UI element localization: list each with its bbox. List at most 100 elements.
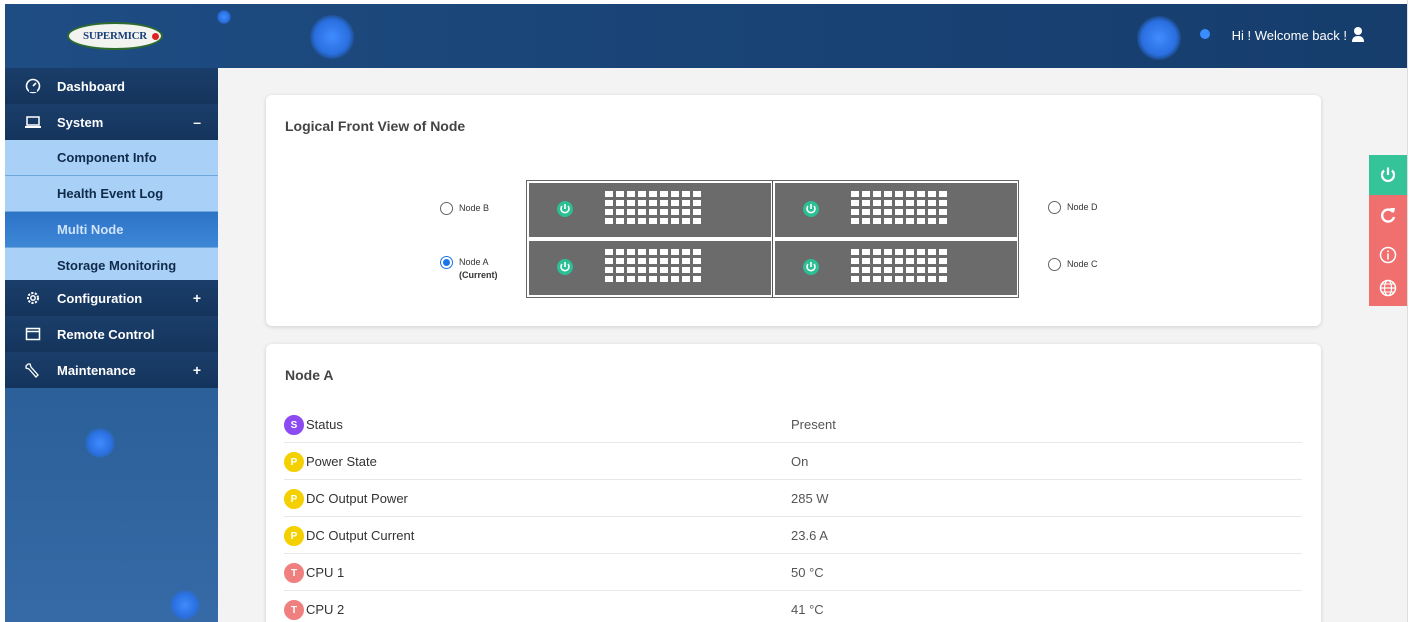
front-view-card: Logical Front View of Node Node B Node A… (266, 95, 1321, 326)
vent-grid (605, 191, 705, 229)
decor-bubble (170, 590, 200, 620)
property-value: 50 °C (791, 565, 824, 580)
property-label: DC Output Power (306, 491, 408, 506)
sidebar-item-maintenance[interactable]: Maintenance + (5, 352, 218, 388)
property-value: On (791, 454, 809, 469)
vent-grid (851, 249, 951, 287)
sidebar-item-label: System (57, 114, 104, 130)
sidebar-item-component-info[interactable]: Component Info (5, 140, 218, 176)
status-badge: T (284, 600, 304, 620)
info-icon (1379, 246, 1397, 264)
sidebar-item-label: Dashboard (57, 78, 125, 94)
decor-bubble (85, 428, 115, 458)
info-button[interactable] (1369, 235, 1407, 275)
property-row: P DC Output Power 285 W (284, 480, 1302, 517)
property-row: P Power State On (284, 443, 1302, 480)
radio-label: Node D (1067, 202, 1098, 212)
vent-grid (851, 191, 951, 229)
node-d-radio[interactable]: Node D (1048, 201, 1098, 214)
status-dot (1200, 29, 1210, 39)
property-label: Power State (306, 454, 377, 469)
node-a-radio[interactable]: Node A (Current) (440, 256, 498, 282)
sidebar-item-system[interactable]: System – (5, 104, 218, 140)
node-a-label: Node A (459, 257, 489, 267)
decor-bubble (217, 10, 231, 24)
property-label: Status (306, 417, 343, 432)
decor-bubble (1137, 16, 1181, 60)
globe-icon (1379, 279, 1397, 297)
node-b-radio[interactable]: Node B (440, 202, 489, 215)
sidebar-item-dashboard[interactable]: Dashboard (5, 68, 218, 104)
status-badge: T (284, 563, 304, 583)
property-label: CPU 2 (306, 602, 345, 617)
property-row: P DC Output Current 23.6 A (284, 517, 1302, 554)
node-power-icon[interactable] (557, 259, 573, 275)
node-a-slot[interactable] (529, 241, 771, 295)
card-title: Logical Front View of Node (285, 118, 466, 134)
node-detail-card: Node A S Status Present P Power State On P DC O… (266, 344, 1321, 622)
right-edge (1407, 0, 1413, 622)
property-value: 285 W (791, 491, 829, 506)
node-power-icon[interactable] (557, 201, 573, 217)
sidebar-item-label: Health Event Log (57, 186, 164, 201)
node-c-radio[interactable]: Node C (1048, 258, 1098, 271)
expand-icon[interactable]: + (193, 290, 201, 306)
radio-circle[interactable] (440, 256, 453, 269)
node-c-slot[interactable] (775, 241, 1017, 295)
radio-label: Node B (459, 203, 490, 213)
property-value: 23.6 A (791, 528, 828, 543)
status-badge: P (284, 526, 304, 546)
property-value: Present (791, 417, 836, 432)
property-label: CPU 1 (306, 565, 345, 580)
dashboard-gauge-icon (25, 78, 41, 94)
radio-circle[interactable] (1048, 258, 1061, 271)
gear-icon (27, 292, 39, 304)
user-icon[interactable] (1351, 26, 1365, 42)
radio-circle[interactable] (1048, 201, 1061, 214)
status-badge: P (284, 452, 304, 472)
property-label: DC Output Current (306, 528, 415, 543)
collapse-icon[interactable]: – (193, 114, 201, 130)
logo-dot (152, 33, 159, 40)
refresh-button[interactable] (1369, 195, 1407, 235)
property-row: T CPU 1 50 °C (284, 554, 1302, 591)
main-content: Logical Front View of Node Node B Node A… (218, 68, 1407, 622)
sidebar-item-label: Remote Control (57, 326, 155, 342)
expand-icon[interactable]: + (193, 362, 201, 378)
status-badge: P (284, 489, 304, 509)
sidebar-item-multi-node[interactable]: Multi Node (5, 212, 218, 248)
status-badge: S (284, 415, 304, 435)
node-b-slot[interactable] (529, 183, 771, 237)
sidebar-item-storage-monitoring[interactable]: Storage Monitoring (5, 248, 218, 284)
header-top-line (0, 0, 1413, 4)
node-d-slot[interactable] (775, 183, 1017, 237)
chassis-front-view (526, 180, 1019, 298)
wrench-icon (25, 363, 39, 378)
supermicro-logo[interactable]: SUPERMICR (67, 22, 163, 50)
power-icon (1380, 167, 1396, 182)
node-power-icon[interactable] (803, 259, 819, 275)
refresh-icon (1381, 208, 1396, 223)
sidebar-item-label: Storage Monitoring (57, 258, 177, 273)
radio-label: Node C (1067, 259, 1098, 269)
sidebar-item-health-event-log[interactable]: Health Event Log (5, 176, 218, 212)
sidebar-item-label: Multi Node (57, 222, 124, 237)
node-power-icon[interactable] (803, 201, 819, 217)
language-button[interactable] (1369, 270, 1407, 306)
power-button[interactable] (1369, 155, 1407, 195)
sidebar-item-label: Component Info (57, 150, 157, 165)
radio-circle[interactable] (440, 202, 453, 215)
top-header: SUPERMICR Hi ! Welcome back ! (5, 0, 1407, 68)
sidebar-item-remote-control[interactable]: Remote Control (5, 316, 218, 352)
sidebar-item-configuration[interactable]: Configuration + (5, 280, 218, 316)
vent-grid (605, 249, 705, 287)
property-value: 41 °C (791, 602, 824, 617)
current-tag: (Current) (459, 270, 498, 280)
decor-bubble (310, 15, 354, 59)
radio-label: Node A (Current) (459, 256, 498, 282)
chassis-divider (772, 181, 773, 297)
welcome-text[interactable]: Hi ! Welcome back ! (1232, 28, 1347, 43)
property-row: S Status Present (284, 406, 1302, 443)
card-title: Node A (285, 367, 334, 383)
property-row: T CPU 2 41 °C (284, 591, 1302, 622)
